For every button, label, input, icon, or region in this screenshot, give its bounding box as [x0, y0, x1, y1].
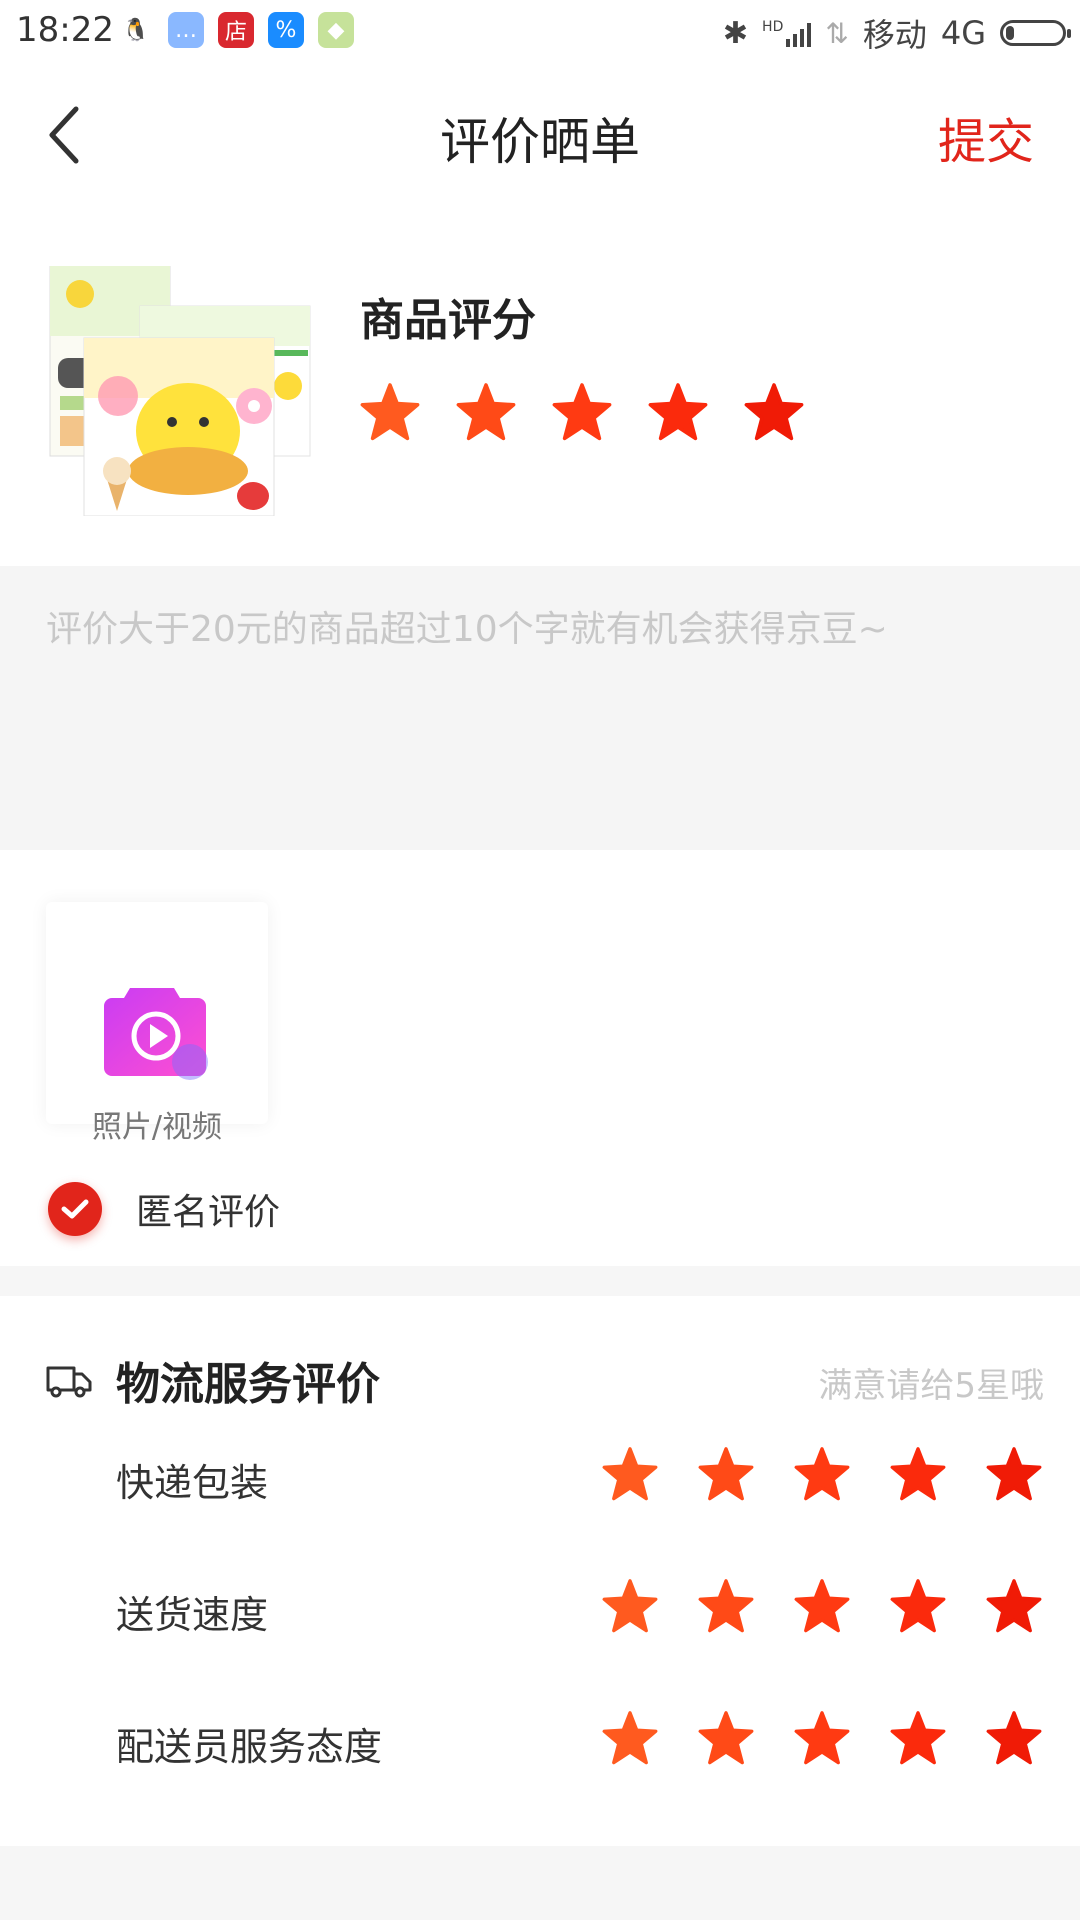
media-section: 照片/视频 匿名评价 [0, 850, 1080, 1266]
logistics-star-icon[interactable] [602, 1578, 658, 1634]
anonymous-label: 匿名评价 [136, 1192, 281, 1233]
product-image[interactable] [48, 265, 312, 517]
checkbox-checked-icon[interactable] [48, 1182, 102, 1236]
product-rating-label: 商品评分 [360, 295, 536, 346]
courier-star-rating [602, 1710, 1080, 1766]
bluetooth-icon: ✱ [722, 15, 749, 51]
upload-label: 照片/视频 [91, 1110, 223, 1145]
logistics-star-icon[interactable] [698, 1710, 754, 1766]
logistics-row-courier: 配送员服务态度 [0, 1690, 1080, 1790]
logistics-star-icon[interactable] [890, 1710, 946, 1766]
truck-icon [46, 1366, 92, 1398]
product-star-rating [360, 382, 840, 442]
signal-icon: HD [762, 19, 812, 47]
logistics-header: 物流服务评价 [44, 1348, 380, 1412]
logistics-title: 物流服务评价 [116, 1359, 380, 1410]
product-star-icon[interactable] [744, 382, 804, 442]
logistics-row-label: 快递包装 [116, 1461, 269, 1505]
video-camera-icon [104, 988, 208, 1080]
logistics-row-label: 送货速度 [116, 1593, 269, 1637]
logistics-star-icon[interactable] [890, 1446, 946, 1502]
logistics-row-packaging: 快递包装 [0, 1426, 1080, 1526]
submit-button[interactable]: 提交 [938, 102, 1034, 172]
nav-bar: 评价晒单 提交 [0, 62, 1080, 206]
data-transfer-icon: ⇅ [825, 16, 849, 50]
product-rating-section: 商品评分 [0, 206, 1080, 566]
upload-photo-video-button[interactable]: 照片/视频 [46, 902, 268, 1145]
logistics-star-icon[interactable] [602, 1446, 658, 1502]
logistics-row-speed: 送货速度 [0, 1558, 1080, 1658]
logistics-star-icon[interactable] [698, 1446, 754, 1502]
logistics-star-icon[interactable] [986, 1710, 1042, 1766]
logistics-row-label: 配送员服务态度 [116, 1725, 383, 1769]
product-star-icon[interactable] [360, 382, 420, 442]
logistics-star-icon[interactable] [794, 1710, 850, 1766]
logistics-star-icon[interactable] [602, 1710, 658, 1766]
status-time: 18:22 [16, 10, 114, 50]
comment-input[interactable] [46, 600, 1036, 820]
battery-icon [1000, 20, 1071, 46]
logistics-star-icon[interactable] [794, 1446, 850, 1502]
hd-label: HD [762, 19, 784, 35]
logistics-star-icon[interactable] [794, 1578, 850, 1634]
logistics-star-icon[interactable] [890, 1578, 946, 1634]
speed-star-rating [602, 1578, 1080, 1634]
carrier-name: 移动 [862, 16, 927, 54]
packaging-star-rating [602, 1446, 1080, 1502]
logistics-star-icon[interactable] [986, 1446, 1042, 1502]
network-type: 4G [940, 14, 986, 52]
app-logo-icon: % [268, 12, 304, 48]
product-star-icon[interactable] [648, 382, 708, 442]
logistics-hint: 满意请给5星哦 [818, 1366, 1044, 1406]
page-title: 评价晒单 [440, 113, 640, 171]
status-app-icons: 🐧 … 店% ◆ [118, 12, 354, 48]
qq-icon: 🐧 [118, 12, 154, 48]
logistics-rating-section: 物流服务评价 满意请给5星哦 快递包装 送货速度 配送员服务态度 [0, 1296, 1080, 1846]
product-star-icon[interactable] [456, 382, 516, 442]
status-right: ✱ HD ⇅ 移动 4G [722, 10, 1071, 56]
store-icon: 店 [218, 12, 254, 48]
anonymous-toggle[interactable]: 匿名评价 [48, 1182, 280, 1236]
status-bar: 18:22 🐧 … 店% ◆ ✱ HD ⇅ 移动 4G [0, 0, 1080, 62]
logistics-star-icon[interactable] [986, 1578, 1042, 1634]
chat-bubble-icon: … [168, 12, 204, 48]
comment-section [0, 566, 1080, 850]
logistics-star-icon[interactable] [698, 1578, 754, 1634]
product-star-icon[interactable] [552, 382, 612, 442]
map-icon: ◆ [318, 12, 354, 48]
